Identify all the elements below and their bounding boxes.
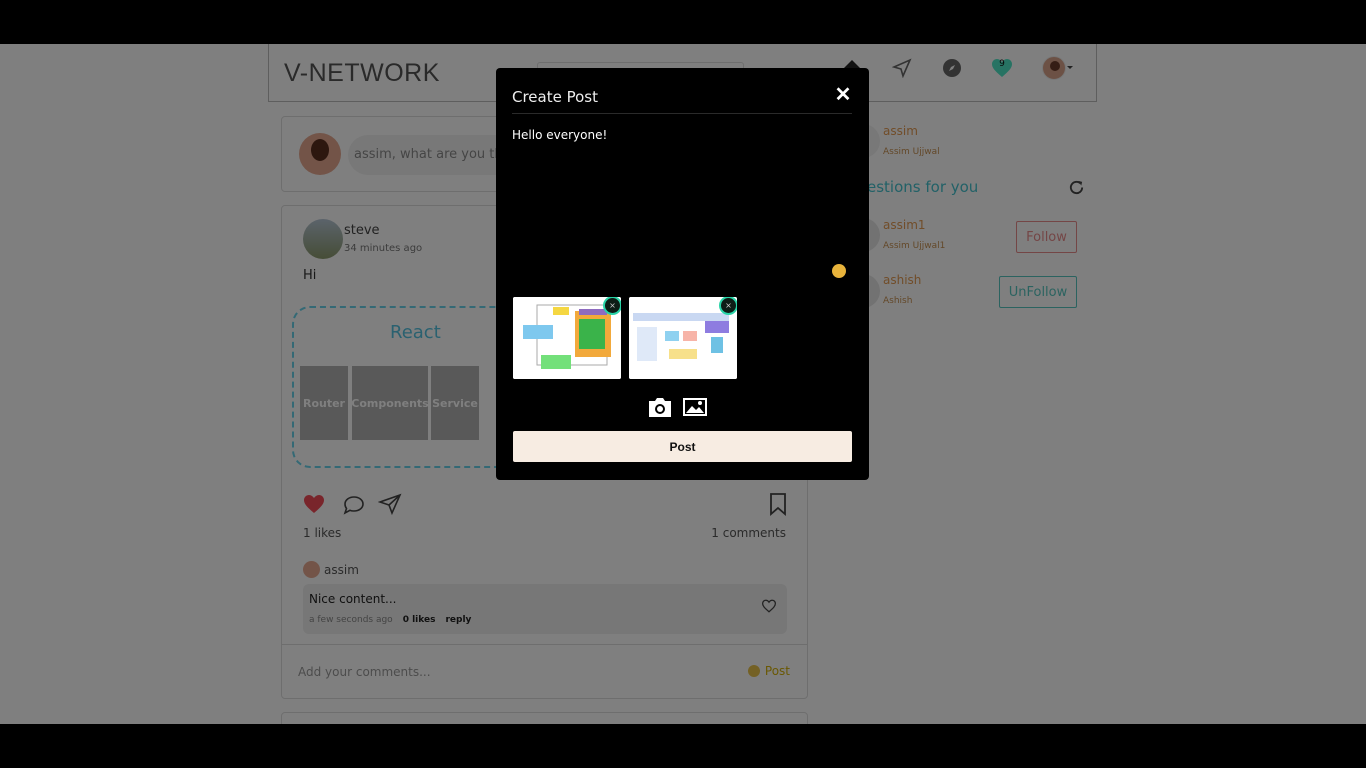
close-button[interactable]: ✕: [832, 82, 854, 106]
emoji-icon[interactable]: [832, 264, 846, 278]
image-preview: ×: [629, 297, 737, 379]
camera-icon[interactable]: [646, 395, 674, 419]
media-tools: [646, 395, 709, 419]
post-content-input[interactable]: Hello everyone!: [512, 128, 842, 278]
create-post-modal: Create Post ✕ Hello everyone! × × Post: [496, 68, 869, 480]
app-screen: V-NETWORK 9 assim, what are you th: [0, 44, 1366, 724]
post-button[interactable]: Post: [513, 431, 852, 462]
modal-title: Create Post: [512, 88, 598, 106]
divider: [512, 113, 852, 114]
image-upload-icon[interactable]: [681, 395, 709, 419]
image-preview: ×: [513, 297, 621, 379]
remove-image-button[interactable]: ×: [603, 297, 621, 315]
remove-image-button[interactable]: ×: [719, 297, 737, 315]
